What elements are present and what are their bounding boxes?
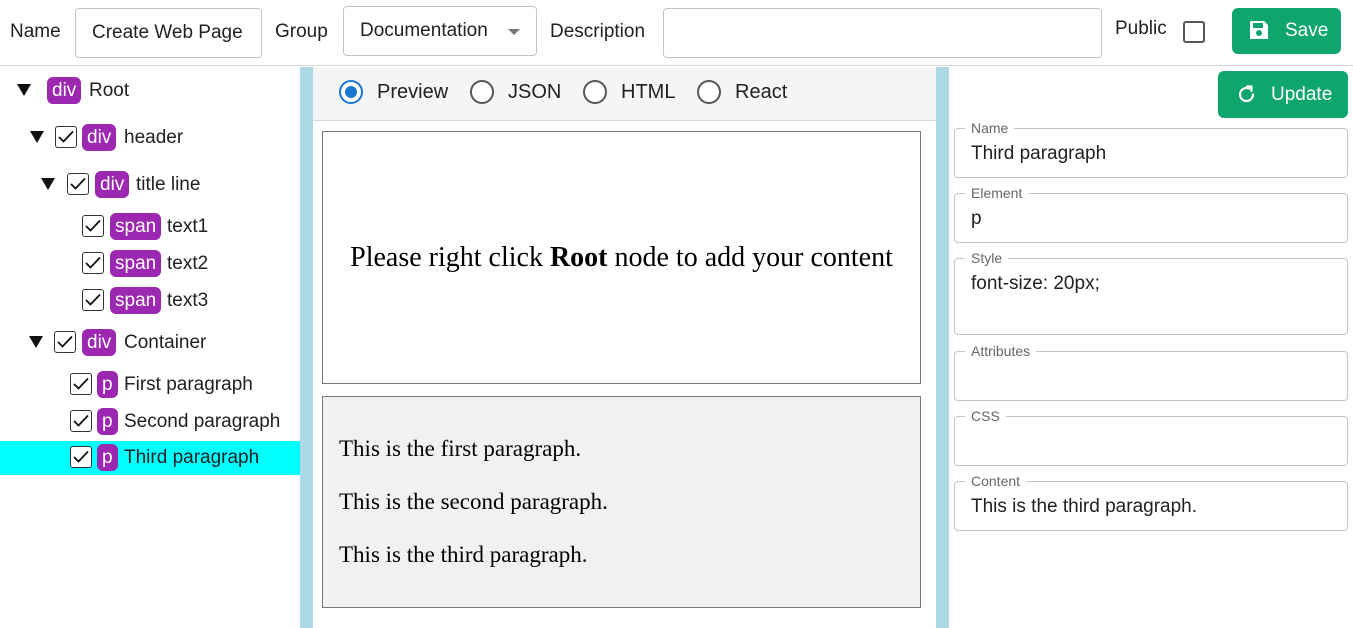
- description-input[interactable]: [663, 8, 1102, 58]
- visibility-checkbox[interactable]: [70, 373, 92, 395]
- tree-node-label: First paragraph: [124, 374, 253, 395]
- prop-content-label: Content: [965, 473, 1027, 489]
- element-tag-badge: div: [95, 171, 130, 198]
- expand-caret-icon[interactable]: [29, 336, 43, 348]
- element-tag-badge: span: [110, 213, 162, 240]
- toolbar: Name Create Web Page Group Documentation…: [0, 0, 1353, 66]
- visibility-checkbox[interactable]: [82, 289, 104, 311]
- visibility-checkbox[interactable]: [67, 173, 89, 195]
- tree-node-root[interactable]: div Root: [0, 74, 300, 108]
- update-button[interactable]: Update: [1218, 71, 1348, 118]
- prop-content-field[interactable]: Content This is the third paragraph.: [954, 473, 1348, 531]
- prop-element-value: p: [971, 208, 982, 229]
- group-select[interactable]: Documentation: [343, 6, 537, 56]
- preview-paragraph-1: This is the first paragraph.: [339, 436, 582, 461]
- prop-style-field[interactable]: Style font-size: 20px;: [954, 250, 1348, 335]
- radio-json-label[interactable]: JSON: [508, 81, 561, 103]
- radio-html[interactable]: [583, 80, 607, 104]
- expand-caret-icon[interactable]: [17, 84, 31, 96]
- prop-style-label: Style: [965, 250, 1009, 266]
- tree-node-label: Container: [124, 332, 207, 353]
- tree-node-label: Root: [89, 80, 130, 101]
- element-tag-badge: div: [82, 329, 117, 356]
- save-button[interactable]: Save: [1232, 8, 1341, 54]
- left-splitter-handle[interactable]: [300, 67, 313, 628]
- preview-hint: Please right click Root node to add your…: [350, 242, 893, 274]
- expand-caret-icon[interactable]: [41, 178, 55, 190]
- tree-node-text2[interactable]: span text2: [0, 247, 300, 281]
- radio-react[interactable]: [697, 80, 721, 104]
- prop-name-label: Name: [965, 120, 1015, 136]
- element-tag-badge: span: [110, 287, 162, 314]
- element-tag-badge: p: [97, 371, 118, 398]
- properties-panel: Update Name Third paragraph Element p St…: [949, 67, 1353, 628]
- element-tag-badge: p: [97, 444, 118, 471]
- prop-element-label: Element: [965, 185, 1029, 201]
- tree-node-label: title line: [136, 174, 201, 195]
- tree-node-label: header: [124, 127, 184, 148]
- tree-node-label: text2: [167, 253, 209, 274]
- save-button-label: Save: [1285, 20, 1329, 41]
- radio-preview[interactable]: [339, 80, 363, 104]
- tree-node-text1[interactable]: span text1: [0, 210, 300, 244]
- preview-paragraph-3: This is the third paragraph.: [339, 542, 588, 567]
- visibility-checkbox[interactable]: [55, 126, 77, 148]
- expand-caret-icon[interactable]: [30, 131, 44, 143]
- radio-react-label[interactable]: React: [735, 81, 787, 103]
- root-preview-box[interactable]: Please right click Root node to add your…: [322, 131, 921, 384]
- prop-css-label: CSS: [965, 408, 1006, 424]
- description-label: Description: [550, 21, 646, 42]
- prop-element-field[interactable]: Element p: [954, 185, 1348, 243]
- visibility-checkbox[interactable]: [70, 410, 92, 432]
- prop-content-value: This is the third paragraph.: [971, 496, 1198, 517]
- prop-style-value: font-size: 20px;: [971, 273, 1100, 294]
- visibility-checkbox[interactable]: [54, 331, 76, 353]
- preview-hint-after: node to add your content: [607, 241, 893, 273]
- update-button-label: Update: [1271, 84, 1333, 105]
- prop-attributes-label: Attributes: [965, 343, 1037, 359]
- radio-preview-label[interactable]: Preview: [377, 81, 448, 103]
- element-tag-badge: p: [97, 408, 118, 435]
- preview-hint-root: Root: [549, 241, 608, 273]
- tree-node-label: text1: [167, 216, 209, 237]
- tree-node-header[interactable]: div header: [0, 121, 300, 155]
- component-tree: div Root div header div title line span …: [0, 67, 300, 628]
- save-icon: [1249, 20, 1269, 40]
- right-splitter-handle[interactable]: [936, 67, 949, 628]
- element-tag-badge: div: [82, 124, 117, 151]
- prop-css-field[interactable]: CSS: [954, 408, 1348, 466]
- public-checkbox[interactable]: [1183, 21, 1205, 43]
- chevron-down-icon: [508, 29, 520, 35]
- tree-node-label: Third paragraph: [124, 447, 260, 468]
- prop-attributes-field[interactable]: Attributes: [954, 343, 1348, 401]
- container-preview-box: This is the first paragraph. This is the…: [322, 396, 921, 608]
- name-input[interactable]: Create Web Page: [75, 8, 262, 58]
- tree-node-third-paragraph[interactable]: p Third paragraph: [0, 441, 300, 475]
- name-label: Name: [10, 21, 61, 42]
- group-label: Group: [275, 21, 328, 42]
- preview-paragraph-2: This is the second paragraph.: [339, 489, 608, 514]
- visibility-checkbox[interactable]: [82, 252, 104, 274]
- visibility-checkbox[interactable]: [82, 215, 104, 237]
- tree-node-container[interactable]: div Container: [0, 326, 300, 360]
- element-tag-badge: div: [47, 77, 82, 104]
- preview-hint-before: Please right click: [350, 241, 550, 273]
- prop-name-field[interactable]: Name Third paragraph: [954, 120, 1348, 178]
- tree-node-title-line[interactable]: div title line: [0, 168, 300, 202]
- view-mode-radio-group: Preview JSON HTML React: [313, 67, 936, 121]
- tree-node-label: text3: [167, 290, 209, 311]
- tree-node-text3[interactable]: span text3: [0, 284, 300, 318]
- tree-node-label: Second paragraph: [124, 411, 281, 432]
- radio-json[interactable]: [470, 80, 494, 104]
- tree-node-first-paragraph[interactable]: p First paragraph: [0, 368, 300, 402]
- refresh-icon: [1236, 84, 1257, 105]
- visibility-checkbox[interactable]: [70, 446, 92, 468]
- tree-node-second-paragraph[interactable]: p Second paragraph: [0, 405, 300, 439]
- element-tag-badge: span: [110, 250, 162, 277]
- group-select-value: Documentation: [360, 20, 488, 41]
- radio-html-label[interactable]: HTML: [621, 81, 675, 103]
- preview-panel: Preview JSON HTML React Please right cli…: [313, 67, 936, 628]
- prop-name-value: Third paragraph: [971, 143, 1107, 164]
- public-label: Public: [1115, 18, 1167, 39]
